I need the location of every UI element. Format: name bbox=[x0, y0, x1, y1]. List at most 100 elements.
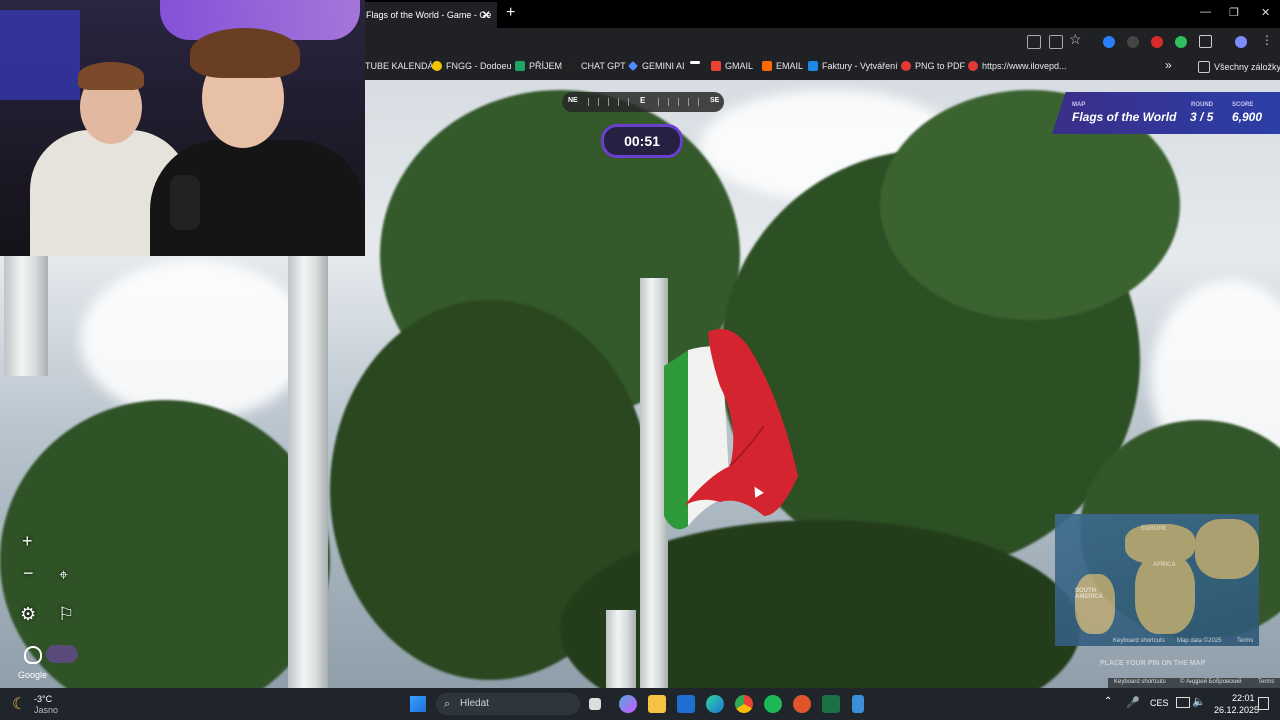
tree-canopy bbox=[0, 400, 330, 720]
bookmark-item[interactable]: PNG to PDF bbox=[901, 61, 965, 71]
translate-icon[interactable] bbox=[1027, 35, 1041, 49]
pin-location-icon[interactable]: ⌖ bbox=[59, 567, 68, 585]
network-icon[interactable] bbox=[1176, 697, 1190, 708]
windows-taskbar: ☾ -3°C Jasno ⌕ Hledat ⌃ 🎤 CES 🔈 22:01 26… bbox=[0, 688, 1280, 720]
language-indicator[interactable]: CES bbox=[1150, 698, 1169, 708]
guess-minimap[interactable]: EUROPE AFRICA SOUTH AMERICA Keyboard sho… bbox=[1055, 514, 1259, 646]
outlook-icon[interactable] bbox=[677, 695, 695, 713]
bookmark-item[interactable]: PŘÍJEM bbox=[515, 61, 562, 71]
weather-temp[interactable]: -3°C bbox=[34, 694, 52, 704]
bookmark-item[interactable]: FNGG - Dodoeu bbox=[432, 61, 512, 71]
bookmark-item[interactable]: Faktury - Vytváření bbox=[808, 61, 898, 71]
webcam-overlay bbox=[0, 0, 365, 256]
google-logo: Google bbox=[18, 670, 48, 680]
round-value: 3 / 5 bbox=[1190, 110, 1214, 124]
obs-icon[interactable] bbox=[793, 695, 811, 713]
bookmark-favicon bbox=[628, 61, 638, 71]
place-pin-hint: PLACE YOUR PIN ON THE MAP bbox=[1100, 660, 1206, 667]
bookmarks-overflow-button[interactable]: » bbox=[1165, 58, 1172, 72]
round-timer: 00:51 bbox=[601, 124, 683, 158]
restore-button[interactable]: ❐ bbox=[1229, 6, 1239, 19]
waving-flag bbox=[664, 329, 798, 530]
clock-time[interactable]: 22:01 bbox=[1232, 693, 1255, 703]
address-bar-row[interactable] bbox=[365, 30, 1280, 56]
task-view-icon[interactable] bbox=[589, 698, 601, 710]
minimize-button[interactable]: — bbox=[1200, 6, 1211, 18]
bookmark-star-icon[interactable]: ☆ bbox=[1069, 31, 1082, 48]
bookmark-item[interactable]: EMAIL bbox=[762, 61, 803, 71]
map-name: Flags of the World bbox=[1072, 110, 1177, 124]
chrome-icon[interactable] bbox=[735, 695, 753, 713]
excel-icon[interactable] bbox=[822, 695, 840, 713]
extension-icon[interactable] bbox=[1151, 36, 1163, 48]
new-tab-button[interactable]: + bbox=[506, 4, 515, 22]
bookmarks-bar: TUBE KALENDÁŘ FNGG - Dodoeu PŘÍJEM CHAT … bbox=[365, 56, 1280, 78]
menu-kebab-icon[interactable]: ⋮ bbox=[1261, 33, 1273, 47]
tab-strip: Flags of the World - Game - Ge ✕ + — ❐ ✕ bbox=[365, 0, 1280, 28]
microphone-icon[interactable]: 🎤 bbox=[1126, 696, 1140, 709]
photo-attribution: © Андрей Бобровский bbox=[1180, 679, 1242, 685]
edge-icon[interactable] bbox=[706, 695, 724, 713]
score-value: 6,900 bbox=[1232, 110, 1263, 124]
notification-bell-icon[interactable] bbox=[1258, 697, 1269, 710]
compass-left: NE bbox=[568, 97, 578, 104]
return-to-start-flag-icon[interactable]: ⚐ bbox=[58, 604, 74, 625]
search-icon: ⌕ bbox=[444, 698, 451, 710]
bookmark-item[interactable]: CHAT GPT bbox=[567, 61, 626, 71]
land-asia bbox=[1195, 519, 1259, 579]
minimap-label: AFRICA bbox=[1153, 562, 1176, 568]
streetview-footer: Keyboard shortcuts © Андрей Бобровский T… bbox=[1108, 678, 1280, 688]
file-explorer-icon[interactable] bbox=[648, 695, 666, 713]
flagpole bbox=[288, 256, 328, 696]
bookmark-favicon bbox=[432, 61, 442, 71]
compass-center: E bbox=[640, 96, 646, 105]
chevron-up-icon[interactable]: ⌃ bbox=[1104, 696, 1112, 707]
shortcuts-link[interactable]: Keyboard shortcuts bbox=[1114, 679, 1166, 685]
terms-link[interactable]: Terms bbox=[1258, 679, 1274, 685]
background-light bbox=[0, 10, 80, 100]
bookmark-favicon bbox=[808, 61, 818, 71]
bookmark-item[interactable]: GMAIL bbox=[711, 61, 753, 71]
bookmark-item[interactable]: https://www.ilovepd... bbox=[968, 61, 1067, 71]
spotify-icon[interactable] bbox=[764, 695, 782, 713]
map-label: MAP bbox=[1072, 102, 1086, 108]
compass-bar: NE E SE bbox=[562, 92, 724, 112]
bookmark-item[interactable]: TUBE KALENDÁŘ bbox=[365, 61, 440, 71]
bookmark-item[interactable] bbox=[690, 61, 700, 64]
minimap-label: SOUTH AMERICA bbox=[1075, 588, 1103, 600]
score-label: SCORE bbox=[1232, 102, 1254, 108]
close-window-button[interactable]: ✕ bbox=[1261, 6, 1270, 19]
clock-date[interactable]: 26.12.2025 bbox=[1214, 705, 1259, 715]
close-tab-icon[interactable]: ✕ bbox=[481, 2, 491, 28]
extension-icon[interactable] bbox=[1103, 36, 1115, 48]
person-right-hair bbox=[190, 28, 300, 78]
cloud bbox=[80, 260, 310, 420]
extension-icon[interactable] bbox=[1127, 36, 1139, 48]
weather-moon-icon[interactable]: ☾ bbox=[12, 694, 26, 714]
taskbar-search[interactable]: ⌕ Hledat bbox=[436, 693, 580, 715]
extensions-puzzle-icon[interactable] bbox=[1199, 35, 1212, 48]
compass-right: SE bbox=[710, 97, 720, 104]
minimap-shortcuts-link[interactable]: Keyboard shortcuts bbox=[1113, 638, 1165, 644]
weather-text: Jasno bbox=[34, 705, 59, 715]
flagpole bbox=[4, 256, 48, 376]
windows-start-icon[interactable] bbox=[410, 696, 426, 712]
bookmark-item[interactable]: GEMINI AI bbox=[628, 61, 685, 71]
zoom-in-button[interactable]: + bbox=[22, 531, 33, 552]
cast-icon[interactable] bbox=[1049, 35, 1063, 49]
bookmark-favicon bbox=[711, 61, 721, 71]
bookmark-favicon bbox=[567, 61, 577, 71]
minimap-terms-link[interactable]: Terms bbox=[1237, 638, 1253, 644]
extension-icon[interactable] bbox=[1175, 36, 1187, 48]
search-placeholder: Hledat bbox=[460, 698, 489, 709]
flagpole bbox=[606, 610, 636, 700]
zoom-out-button[interactable]: − bbox=[23, 563, 34, 584]
all-bookmarks-button[interactable]: Všechny záložky bbox=[1198, 61, 1280, 73]
volume-icon[interactable]: 🔈 bbox=[1192, 695, 1206, 708]
people-icon[interactable] bbox=[24, 646, 42, 664]
settings-gear-icon[interactable]: ⚙ bbox=[20, 604, 36, 625]
profile-avatar[interactable] bbox=[1235, 36, 1247, 48]
notepad-icon[interactable] bbox=[852, 695, 864, 713]
tab-active[interactable]: Flags of the World - Game - Ge ✕ bbox=[365, 2, 497, 28]
copilot-icon[interactable] bbox=[619, 695, 637, 713]
